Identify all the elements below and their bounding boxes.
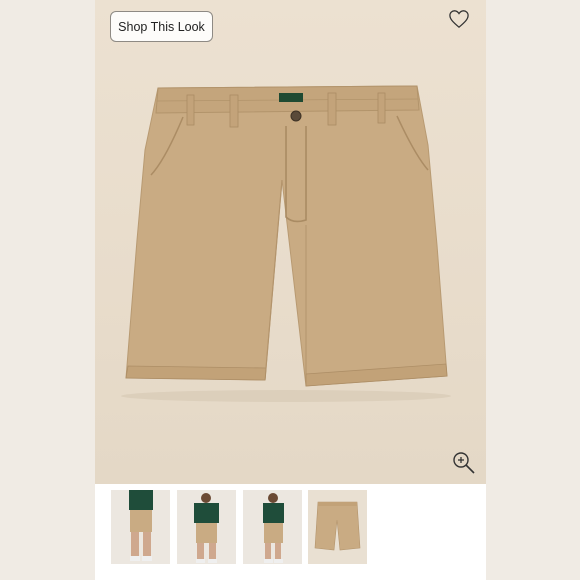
- thumbnail-model-side[interactable]: [243, 490, 302, 564]
- product-flat-image: [308, 490, 367, 564]
- thumbnail-product-flat[interactable]: [308, 490, 367, 564]
- thumbnail-model-front[interactable]: [111, 490, 170, 564]
- model-side-image: [243, 490, 302, 564]
- thumbnail-strip: [95, 484, 486, 580]
- shop-this-look-button[interactable]: Shop This Look: [110, 11, 213, 42]
- heart-icon[interactable]: [448, 9, 470, 29]
- model-front-image: [111, 490, 170, 564]
- thumbnail-model-front-alt[interactable]: [177, 490, 236, 564]
- product-image: [121, 85, 451, 402]
- product-image-viewer[interactable]: Shop This Look: [95, 0, 486, 484]
- model-front-alt-image: [177, 490, 236, 564]
- zoom-in-icon[interactable]: [452, 451, 476, 475]
